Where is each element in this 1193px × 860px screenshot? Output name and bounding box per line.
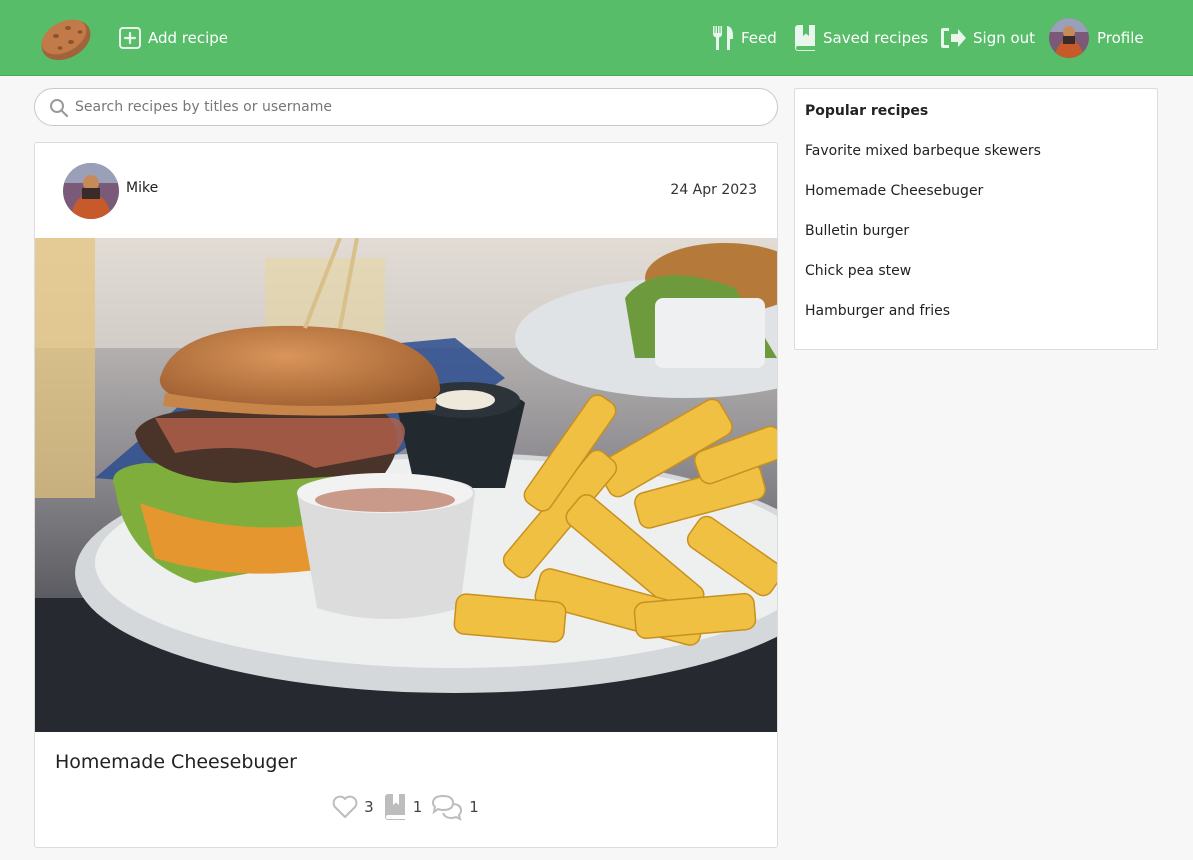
search-icon [50,99,69,118]
post-date: 24 Apr 2023 [670,182,757,198]
search-input[interactable] [75,97,765,117]
like-button[interactable]: 3 [331,795,376,819]
popular-recipe-item[interactable]: Favorite mixed barbeque skewers [805,143,1041,183]
feed-link[interactable]: Feed [711,0,777,76]
author-avatar[interactable] [63,163,119,219]
feed-label: Feed [741,29,777,47]
popular-recipe-item[interactable]: Hamburger and fries [805,303,1041,343]
saved-recipes-link[interactable]: Saved recipes [793,0,928,76]
popular-recipe-item[interactable]: Chick pea stew [805,263,1041,303]
potato-logo[interactable] [38,12,94,64]
save-count: 1 [412,798,423,816]
profile-link[interactable]: Profile [1049,0,1144,76]
sign-out-label: Sign out [973,29,1036,47]
profile-label: Profile [1097,29,1144,47]
add-recipe-label: Add recipe [148,29,229,47]
comments-icon [432,794,463,821]
heart-icon [332,795,358,818]
popular-recipes-title: Popular recipes [805,103,929,119]
recipe-card: Mike 24 Apr 2023 Homemade Cheesebuger 3 … [34,142,778,848]
plus-square-icon [119,27,141,49]
recipe-photo[interactable] [35,238,777,732]
author-username[interactable]: Mike [126,180,158,196]
top-navbar: Add recipe Feed Saved recipes Sign out P… [0,0,1193,76]
comment-count: 1 [469,798,479,816]
comment-button[interactable]: 1 [430,793,481,821]
card-header: Mike 24 Apr 2023 [35,143,777,239]
profile-avatar [1049,18,1089,58]
fork-knife-icon [713,26,733,50]
sign-out-icon [941,28,966,48]
like-count: 3 [364,798,374,816]
bookmark-book-icon [384,794,405,820]
saved-recipes-label: Saved recipes [823,29,929,47]
add-recipe-button[interactable]: Add recipe [118,0,228,76]
post-stats: 3 1 1 [35,793,777,821]
popular-recipes-panel: Popular recipes Favorite mixed barbeque … [794,88,1158,350]
recipe-title[interactable]: Homemade Cheesebuger [55,751,297,773]
popular-recipes-list: Favorite mixed barbeque skewers Homemade… [805,143,1041,343]
search-bar [34,88,778,126]
save-button[interactable]: 1 [382,793,425,821]
sign-out-link[interactable]: Sign out [939,0,1035,76]
popular-recipe-item[interactable]: Homemade Cheesebuger [805,183,1041,223]
bookmark-book-icon [795,25,815,51]
popular-recipe-item[interactable]: Bulletin burger [805,223,1041,263]
